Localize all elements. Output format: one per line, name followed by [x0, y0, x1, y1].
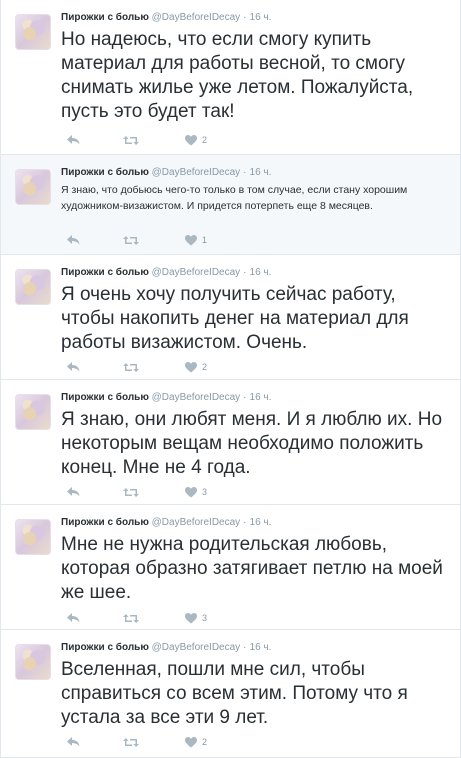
heart-icon: [185, 234, 197, 245]
tweet-header: Пирожки с болью @DayBeforeIDecay · 16 ч.: [61, 517, 271, 528]
tweet-text: Вселенная, пошли мне сил, чтобы справить…: [61, 659, 408, 728]
heart-icon: [185, 134, 197, 145]
avatar[interactable]: [15, 269, 51, 305]
retweet-icon: [123, 235, 139, 245]
tweet-text: Мне не нужна родительская любовь, котора…: [61, 534, 443, 603]
tweet-header: Пирожки с болью @DayBeforeIDecay · 16 ч.: [61, 12, 271, 23]
tweet[interactable]: Пирожки с болью @DayBeforeIDecay · 16 ч. Я…: [1, 155, 460, 255]
tweet-header: Пирожки с болью @DayBeforeIDecay · 16 ч.: [61, 392, 271, 403]
like-count: 2: [202, 737, 208, 747]
like-button[interactable]: 3: [185, 611, 207, 625]
retweet-button[interactable]: [123, 735, 139, 749]
tweet-text: Я знаю, что добьюсь чего-то только в том…: [61, 184, 408, 212]
tweet-header: Пирожки с болью @DayBeforeIDecay · 16 ч.: [61, 642, 271, 653]
retweet-icon: [123, 487, 139, 497]
timestamp[interactable]: 16 ч.: [250, 642, 272, 653]
tweet-actions: 3: [67, 611, 227, 625]
author-name[interactable]: Пирожки с болью: [61, 167, 149, 178]
separator-dot: ·: [243, 12, 247, 23]
like-button[interactable]: 2: [185, 360, 207, 374]
like-button[interactable]: 2: [185, 735, 207, 749]
separator-dot: ·: [243, 167, 247, 178]
like-count: 2: [202, 362, 208, 372]
retweet-icon: [123, 737, 139, 747]
avatar[interactable]: [15, 14, 51, 50]
like-count: 3: [202, 487, 208, 497]
separator-dot: ·: [243, 517, 247, 528]
reply-button[interactable]: [67, 233, 80, 247]
separator-dot: ·: [243, 642, 247, 653]
retweet-button[interactable]: [123, 233, 139, 247]
heart-icon: [185, 612, 197, 623]
retweet-button[interactable]: [123, 485, 139, 499]
like-button[interactable]: 3: [185, 485, 207, 499]
timestamp[interactable]: 16 ч.: [250, 517, 272, 528]
reply-icon: [67, 362, 80, 372]
retweet-button[interactable]: [123, 611, 139, 625]
tweet-actions: 2: [67, 735, 227, 749]
avatar[interactable]: [15, 519, 51, 555]
author-handle[interactable]: @DayBeforeIDecay: [152, 517, 241, 528]
author-name[interactable]: Пирожки с болью: [61, 267, 149, 278]
timestamp[interactable]: 16 ч.: [250, 12, 272, 23]
timestamp[interactable]: 16 ч.: [250, 267, 272, 278]
separator-dot: ·: [243, 392, 247, 403]
tweet-actions: 1: [67, 233, 227, 247]
reply-button[interactable]: [67, 133, 80, 147]
tweet[interactable]: Пирожки с болью @DayBeforeIDecay · 16 ч. В…: [1, 630, 460, 758]
tweet-header: Пирожки с болью @DayBeforeIDecay · 16 ч.: [61, 167, 271, 178]
avatar[interactable]: [15, 644, 51, 680]
like-count: 3: [202, 613, 208, 623]
author-handle[interactable]: @DayBeforeIDecay: [152, 167, 241, 178]
reply-icon: [67, 235, 80, 245]
separator-dot: ·: [243, 267, 247, 278]
like-count: 1: [202, 235, 208, 245]
tweet-text: Но надеюсь, что если смогу купить матери…: [61, 29, 414, 122]
tweet-actions: 3: [67, 485, 227, 499]
heart-icon: [185, 361, 197, 372]
retweet-button[interactable]: [123, 133, 139, 147]
author-handle[interactable]: @DayBeforeIDecay: [152, 12, 241, 23]
tweet-actions: 2: [67, 360, 227, 374]
author-name[interactable]: Пирожки с болью: [61, 12, 149, 23]
reply-button[interactable]: [67, 611, 80, 625]
tweet[interactable]: Пирожки с болью @DayBeforeIDecay · 16 ч. Я…: [1, 255, 460, 380]
like-button[interactable]: 2: [185, 133, 207, 147]
author-handle[interactable]: @DayBeforeIDecay: [152, 642, 241, 653]
timestamp[interactable]: 16 ч.: [250, 167, 272, 178]
timestamp[interactable]: 16 ч.: [250, 392, 272, 403]
heart-icon: [185, 736, 197, 747]
author-name[interactable]: Пирожки с болью: [61, 517, 149, 528]
tweet[interactable]: Пирожки с болью @DayBeforeIDecay · 16 ч. Н…: [1, 0, 460, 155]
retweet-icon: [123, 362, 139, 372]
tweet[interactable]: Пирожки с болью @DayBeforeIDecay · 16 ч. М…: [1, 505, 460, 630]
tweet-header: Пирожки с болью @DayBeforeIDecay · 16 ч.: [61, 267, 271, 278]
reply-button[interactable]: [67, 735, 80, 749]
reply-icon: [67, 613, 80, 623]
retweet-icon: [123, 135, 139, 145]
tweet-text: Я знаю, они любят меня. И я люблю их. Но…: [61, 409, 443, 478]
tweet[interactable]: Пирожки с болью @DayBeforeIDecay · 16 ч. Я…: [1, 380, 460, 505]
retweet-button[interactable]: [123, 360, 139, 374]
avatar[interactable]: [15, 394, 51, 430]
avatar[interactable]: [15, 169, 51, 205]
reply-icon: [67, 487, 80, 497]
reply-button[interactable]: [67, 485, 80, 499]
author-handle[interactable]: @DayBeforeIDecay: [152, 392, 241, 403]
author-handle[interactable]: @DayBeforeIDecay: [152, 267, 241, 278]
author-name[interactable]: Пирожки с болью: [61, 392, 149, 403]
reply-button[interactable]: [67, 360, 80, 374]
heart-icon: [185, 486, 197, 497]
reply-icon: [67, 135, 80, 145]
like-button[interactable]: 1: [185, 233, 207, 247]
like-count: 2: [202, 135, 208, 145]
tweet-feed: Пирожки с болью @DayBeforeIDecay · 16 ч. Н…: [0, 0, 461, 758]
author-name[interactable]: Пирожки с болью: [61, 642, 149, 653]
tweet-text: Я очень хочу получить сейчас работу, что…: [61, 284, 409, 353]
reply-icon: [67, 737, 80, 747]
tweet-actions: 2: [67, 133, 227, 147]
retweet-icon: [123, 613, 139, 623]
